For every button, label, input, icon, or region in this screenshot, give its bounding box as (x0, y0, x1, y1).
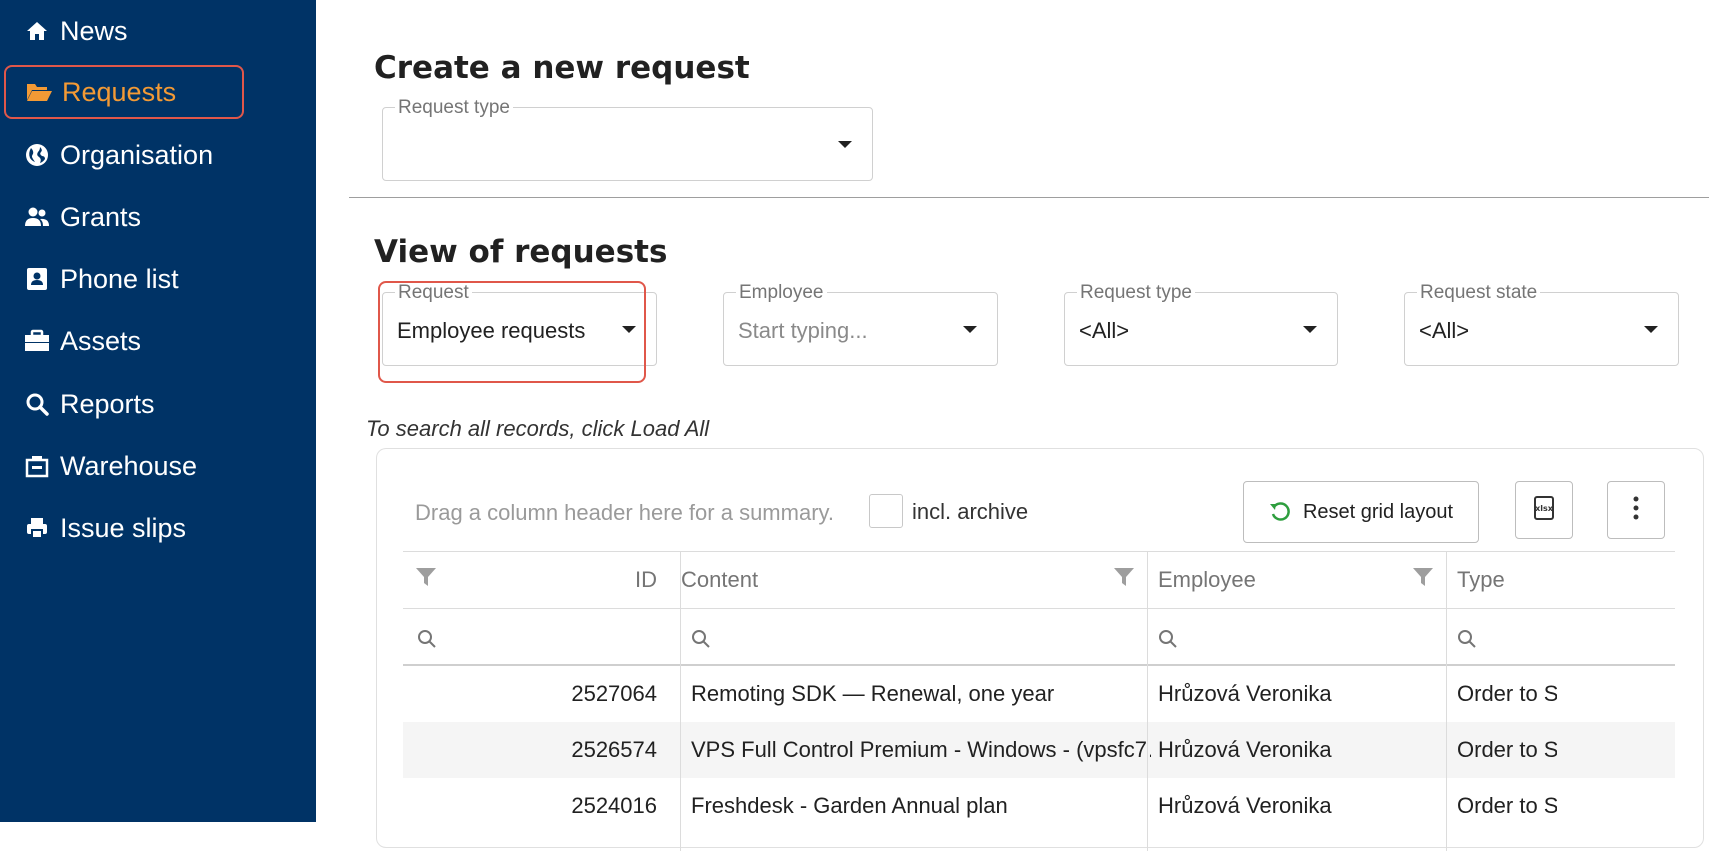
view-requests-title: View of requests (374, 234, 668, 270)
reset-grid-layout-button[interactable]: Reset grid layout (1243, 481, 1479, 543)
sidebar-item-organisation[interactable]: Organisation (4, 128, 244, 182)
cell-content: Freshdesk - Garden Annual plan (691, 793, 1008, 818)
column-header-type[interactable]: Type (1457, 552, 1657, 608)
printer-icon (22, 513, 52, 543)
requests-grid-panel: Drag a column header here for a summary.… (376, 448, 1704, 851)
sidebar-item-label: News (60, 15, 128, 46)
warehouse-icon (22, 451, 52, 481)
employee-filter-select[interactable]: Employee Start typing... (723, 282, 998, 366)
search-icon[interactable] (691, 629, 711, 654)
sidebar-item-label: Reports (60, 388, 155, 419)
highlight-box (378, 281, 646, 383)
users-icon (22, 202, 52, 232)
cell-employee: Hrůzová Veronika (1158, 793, 1332, 818)
sidebar-item-label: Grants (60, 201, 142, 232)
more-options-button[interactable] (1607, 481, 1665, 539)
sidebar-item-reports[interactable]: Reports (4, 377, 244, 431)
xlsx-icon: xlsx (1531, 494, 1557, 527)
column-divider (1147, 552, 1148, 851)
create-request-title: Create a new request (374, 50, 750, 86)
chevron-down-icon (838, 141, 852, 148)
cell-id: 2527064 (571, 681, 657, 706)
load-all-hint: To search all records, click Load All (366, 416, 710, 441)
column-header-employee[interactable]: Employee (1158, 552, 1438, 608)
request-type-filter-select[interactable]: Request type <All> (1064, 282, 1338, 366)
cell-type: Order to Su (1457, 737, 1557, 762)
main-content: Create a new request Request type View o… (316, 0, 1726, 851)
contact-card-icon (22, 264, 52, 294)
sidebar-item-label: Assets (60, 325, 142, 356)
field-label: Employee (736, 282, 827, 304)
sidebar-item-assets[interactable]: Assets (4, 314, 244, 368)
cell-content: VPS Full Control Premium - Windows - (vp… (691, 737, 1151, 762)
group-panel-hint: Drag a column header here for a summary. (415, 500, 834, 525)
reset-icon (1269, 501, 1291, 523)
field-label: Request state (1417, 282, 1541, 304)
sidebar-item-label: Organisation (60, 139, 214, 170)
sidebar-item-news[interactable]: News (4, 4, 244, 58)
sidebar: News Requests Organisation Grants Phone … (0, 0, 316, 822)
field-value: <All> (1079, 318, 1130, 343)
chevron-down-icon (1644, 326, 1658, 333)
request-state-filter-select[interactable]: Request state <All> (1404, 282, 1679, 366)
sidebar-item-requests[interactable]: Requests (4, 65, 244, 119)
search-icon (22, 389, 52, 419)
reset-grid-layout-label: Reset grid layout (1302, 500, 1454, 523)
chevron-down-icon (963, 326, 977, 333)
toolbox-icon (22, 326, 52, 356)
search-icon[interactable] (1158, 629, 1178, 654)
column-divider (1446, 552, 1447, 851)
table-row[interactable]: 2526574 VPS Full Control Premium - Windo… (403, 722, 1675, 778)
include-archive-checkbox[interactable] (869, 494, 903, 528)
filter-icon[interactable] (1113, 566, 1135, 593)
column-header-content[interactable]: Content (681, 552, 1141, 608)
cell-type: Order to Su (1457, 681, 1557, 706)
home-icon (22, 16, 52, 46)
search-icon[interactable] (417, 629, 437, 654)
cell-employee: Hrůzová Veronika (1158, 737, 1332, 762)
sidebar-item-label: Issue slips (60, 512, 187, 543)
more-vertical-icon (1632, 495, 1640, 526)
sidebar-item-issue-slips[interactable]: Issue slips (4, 501, 244, 555)
cell-employee: Hrůzová Veronika (1158, 681, 1332, 706)
sidebar-item-warehouse[interactable]: Warehouse (4, 439, 244, 493)
filter-icon[interactable] (1412, 566, 1434, 593)
chevron-down-icon (1303, 326, 1317, 333)
section-divider (349, 197, 1709, 198)
svg-text:xlsx: xlsx (1535, 504, 1554, 513)
export-xlsx-button[interactable]: xlsx (1515, 481, 1573, 539)
field-placeholder: Start typing... (738, 318, 868, 343)
sidebar-item-label: Requests (62, 76, 177, 107)
grid-filter-row (403, 609, 1675, 665)
column-divider (680, 552, 681, 851)
cell-id: 2524016 (571, 793, 657, 818)
field-value: <All> (1419, 318, 1470, 343)
cell-content: Remoting SDK — Renewal, one year (691, 681, 1055, 706)
table-row[interactable]: 2524016 Freshdesk - Garden Annual plan H… (403, 778, 1675, 834)
requests-grid: ID Content Employee Type 2527064 Remotin… (403, 551, 1675, 851)
column-header-id[interactable]: ID (403, 552, 669, 608)
cell-type: Order to Su (1457, 793, 1557, 818)
cell-id: 2526574 (571, 737, 657, 762)
sidebar-item-label: Warehouse (60, 450, 198, 481)
field-label: Request type (395, 97, 513, 119)
globe-icon (22, 140, 52, 170)
field-label: Request type (1077, 282, 1195, 304)
sidebar-item-label: Phone list (60, 263, 179, 294)
include-archive-label: incl. archive (912, 499, 1029, 524)
grid-header-row: ID Content Employee Type (403, 552, 1675, 608)
sidebar-item-grants[interactable]: Grants (4, 190, 244, 244)
search-icon[interactable] (1457, 629, 1477, 654)
table-row[interactable]: 2527064 Remoting SDK — Renewal, one year… (403, 666, 1675, 722)
create-request-type-select[interactable]: Request type (382, 97, 873, 181)
folder-open-icon (24, 77, 54, 107)
sidebar-item-phone-list[interactable]: Phone list (4, 252, 244, 306)
